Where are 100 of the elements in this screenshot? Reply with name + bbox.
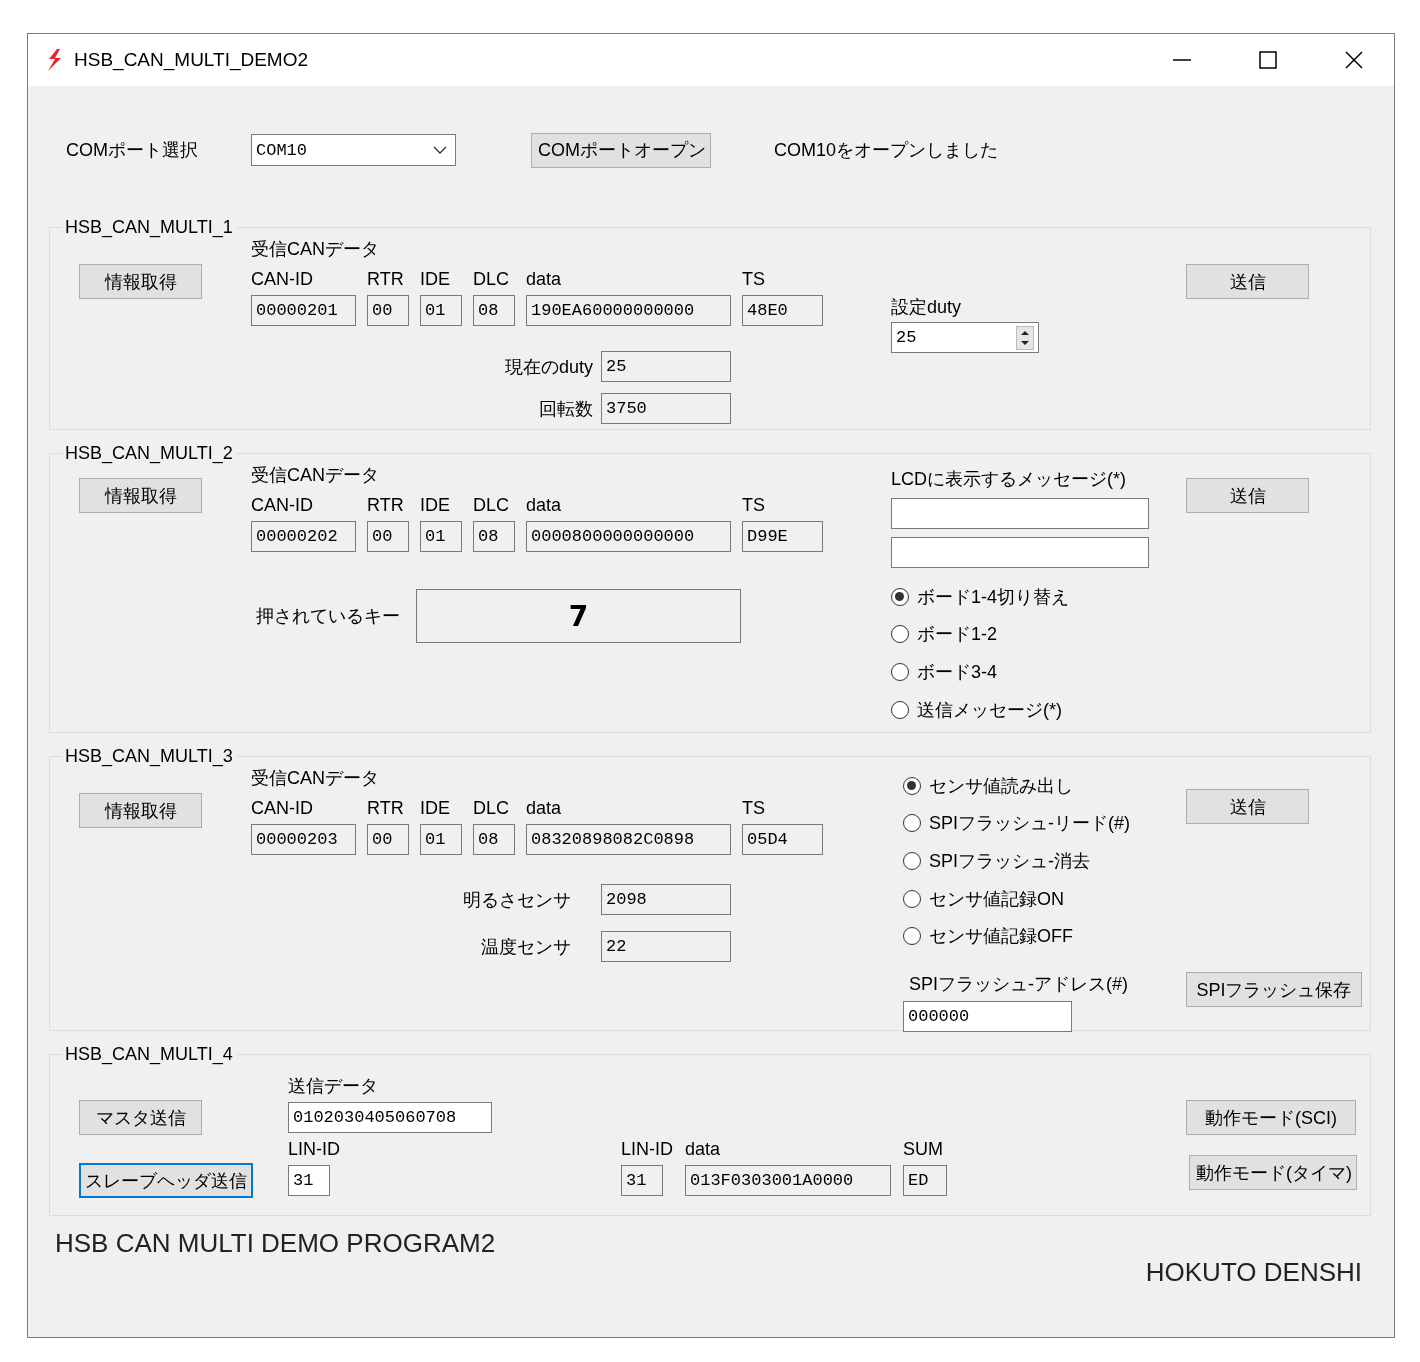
- response-label: SUM: [903, 1138, 943, 1160]
- can-value-field[interactable]: 01: [420, 521, 462, 552]
- column-label: TS: [742, 268, 766, 290]
- can-value-field[interactable]: 00000201: [251, 295, 356, 326]
- can-value-field[interactable]: 48E0: [742, 295, 823, 326]
- column-label: RTR: [367, 494, 405, 516]
- column-label: IDE: [420, 268, 451, 290]
- can-value-field[interactable]: 00: [367, 824, 409, 855]
- slave-header-send-button[interactable]: スレーブヘッダ送信: [79, 1163, 253, 1198]
- com-port-label: COMポート選択: [66, 139, 199, 161]
- program-name: HSB CAN MULTI DEMO PROGRAM2: [55, 1228, 496, 1260]
- spin-arrows-icon[interactable]: [1016, 325, 1034, 350]
- can-value-field[interactable]: 00000202: [251, 521, 356, 552]
- master-send-button[interactable]: マスタ送信: [79, 1100, 202, 1135]
- action-button[interactable]: 送信: [1186, 789, 1309, 824]
- close-icon[interactable]: [1344, 50, 1364, 70]
- can-value-field[interactable]: 01: [420, 824, 462, 855]
- duty-spin-field[interactable]: 25: [891, 322, 1039, 353]
- can-value-field[interactable]: 0000800000000000: [526, 521, 731, 552]
- action-button[interactable]: 情報取得: [79, 264, 202, 299]
- reading-field[interactable]: 3750: [601, 393, 731, 424]
- pressed-key-field[interactable]: 7: [416, 589, 741, 643]
- action-button[interactable]: 情報取得: [79, 478, 202, 513]
- duty-label: 設定duty: [891, 296, 962, 318]
- can-value-field[interactable]: 01: [420, 295, 462, 326]
- reading-field[interactable]: 25: [601, 351, 731, 382]
- column-label: IDE: [420, 494, 451, 516]
- company-name: HOKUTO DENSHI: [1145, 1257, 1362, 1287]
- can-value-field[interactable]: 00: [367, 295, 409, 326]
- pressed-key-label: 押されているキー: [256, 605, 400, 627]
- response-label: LIN-ID: [621, 1138, 673, 1160]
- column-label: CAN-ID: [251, 268, 314, 290]
- lcd-message-field[interactable]: [891, 498, 1149, 529]
- group-title: HSB_CAN_MULTI_4: [64, 1043, 234, 1065]
- can-value-field[interactable]: 00000203: [251, 824, 356, 855]
- mode-radio[interactable]: センサ値記録ON: [903, 879, 1130, 918]
- can-caption: 受信CANデータ: [251, 238, 380, 260]
- can-value-field[interactable]: 05D4: [742, 824, 823, 855]
- chevron-down-icon: [433, 146, 447, 154]
- reading-label: 現在のduty: [504, 355, 593, 378]
- mode-radio[interactable]: SPIフラッシュ-リード(#): [903, 804, 1130, 843]
- mode-radio[interactable]: SPIフラッシュ-消去: [903, 842, 1130, 880]
- sensor-label: 温度センサ: [481, 935, 571, 958]
- column-label: RTR: [367, 268, 405, 290]
- lcd-message-field[interactable]: [891, 537, 1149, 568]
- mode-radio[interactable]: ボード1-4切り替え: [891, 578, 1069, 616]
- action-button[interactable]: SPIフラッシュ保存: [1186, 972, 1362, 1007]
- can-caption: 受信CANデータ: [251, 464, 380, 486]
- group-title: HSB_CAN_MULTI_2: [64, 442, 234, 464]
- sensor-field[interactable]: 22: [601, 931, 731, 962]
- column-label: DLC: [473, 494, 510, 516]
- com-open-button[interactable]: COMポートオープン: [531, 132, 711, 168]
- can-value-field[interactable]: 08320898082C0898: [526, 824, 731, 855]
- can-caption: 受信CANデータ: [251, 767, 380, 789]
- response-field[interactable]: ED: [903, 1165, 947, 1196]
- action-button[interactable]: 動作モード(SCI): [1186, 1100, 1356, 1135]
- mode-radio[interactable]: センサ値記録OFF: [903, 917, 1130, 955]
- column-label: data: [526, 268, 563, 290]
- maximize-icon[interactable]: [1258, 50, 1278, 70]
- com-port-dropdown[interactable]: COM10: [251, 134, 456, 166]
- action-button[interactable]: 情報取得: [79, 793, 202, 828]
- column-label: DLC: [473, 797, 510, 819]
- column-label: data: [526, 797, 563, 819]
- flash-address-label: SPIフラッシュ-アドレス(#): [908, 972, 1128, 995]
- action-button[interactable]: 動作モード(タイマ): [1189, 1155, 1357, 1190]
- response-label: data: [685, 1138, 721, 1160]
- sensor-label: 明るさセンサ: [463, 888, 571, 911]
- action-button[interactable]: 送信: [1186, 264, 1309, 299]
- column-label: data: [526, 494, 563, 516]
- send-data-field[interactable]: 0102030405060708: [288, 1102, 492, 1133]
- can-value-field[interactable]: 08: [473, 295, 515, 326]
- can-value-field[interactable]: D99E: [742, 521, 823, 552]
- send-data-label: 送信データ: [288, 1075, 378, 1097]
- reading-label: 回転数: [539, 397, 593, 420]
- response-field[interactable]: 013F0303001A0000: [685, 1165, 891, 1196]
- app-icon: [46, 49, 64, 71]
- mode-radio[interactable]: 送信メッセージ(*): [891, 690, 1069, 729]
- lin-id-label: LIN-ID: [288, 1138, 340, 1160]
- column-label: CAN-ID: [251, 797, 314, 819]
- flash-address-field[interactable]: 000000: [903, 1000, 1072, 1032]
- column-label: TS: [742, 797, 766, 819]
- status-message: COM10をオープンしました: [774, 139, 998, 161]
- lin-id-field[interactable]: 31: [288, 1165, 330, 1196]
- mode-radio[interactable]: ボード1-2: [891, 615, 1069, 654]
- sensor-field[interactable]: 2098: [601, 884, 731, 915]
- lcd-message-label: LCDに表示するメッセージ(*): [891, 468, 1126, 490]
- column-label: RTR: [367, 797, 405, 819]
- group-title: HSB_CAN_MULTI_1: [64, 216, 234, 238]
- can-value-field[interactable]: 190EA60000000000: [526, 295, 731, 326]
- column-label: TS: [742, 494, 766, 516]
- can-value-field[interactable]: 08: [473, 824, 515, 855]
- mode-radio[interactable]: ボード3-4: [891, 653, 1069, 691]
- column-label: CAN-ID: [251, 494, 314, 516]
- action-button[interactable]: 送信: [1186, 478, 1309, 513]
- window-title: HSB_CAN_MULTI_DEMO2: [74, 49, 309, 71]
- mode-radio[interactable]: センサ値読み出し: [903, 767, 1130, 805]
- response-field[interactable]: 31: [621, 1165, 663, 1196]
- can-value-field[interactable]: 00: [367, 521, 409, 552]
- can-value-field[interactable]: 08: [473, 521, 515, 552]
- column-label: DLC: [473, 268, 510, 290]
